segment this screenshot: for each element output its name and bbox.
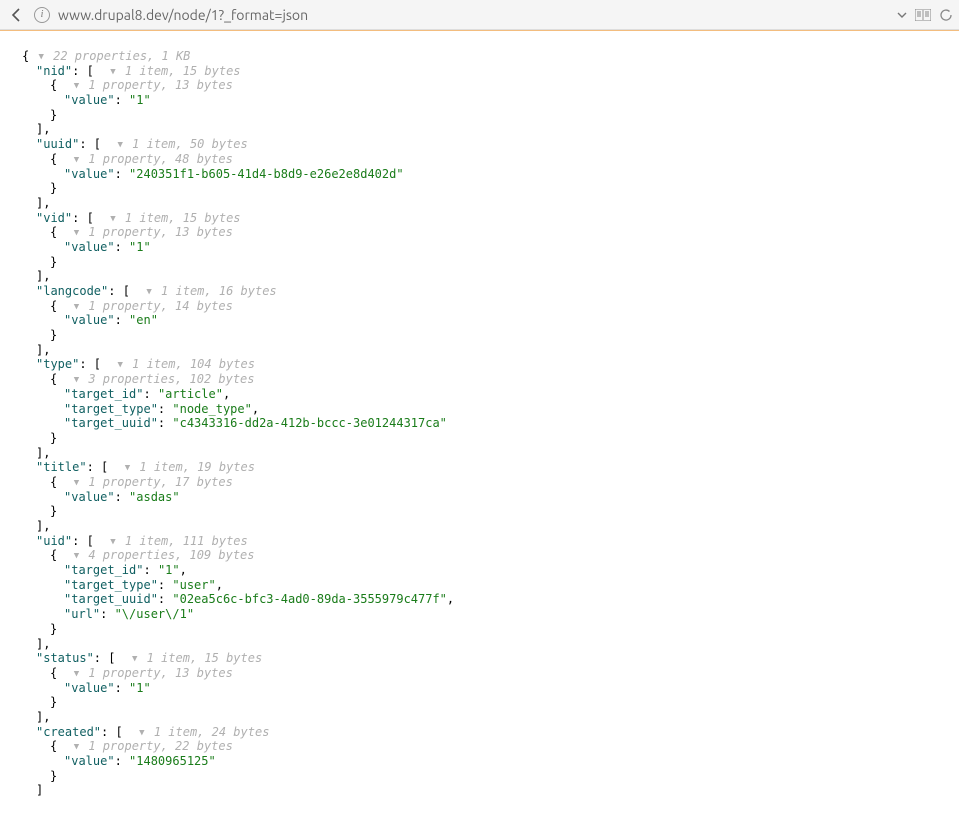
json-obj-close-nid: }: [22, 108, 937, 123]
json-obj-close-uid: }: [22, 622, 937, 637]
json-prop-nid-value: "value": "1": [22, 93, 937, 108]
json-key-uuid: "uuid": [ ▼ 1 item, 50 bytes: [22, 137, 937, 152]
collapse-toggle-icon[interactable]: ▼: [74, 79, 79, 94]
collapse-toggle-icon[interactable]: ▼: [74, 549, 79, 564]
json-obj-open-uid: { ▼ 4 properties, 109 bytes: [22, 548, 937, 563]
json-arr-close-uid: ],: [22, 637, 937, 652]
json-prop-created-value: "value": "1480965125": [22, 754, 937, 769]
json-arr-close-nid: ],: [22, 122, 937, 137]
json-prop-uid-target_type: "target_type": "user",: [22, 578, 937, 593]
json-arr-close-created: ]: [22, 783, 937, 798]
json-key-status: "status": [ ▼ 1 item, 15 bytes: [22, 651, 937, 666]
collapse-toggle-icon[interactable]: ▼: [74, 740, 79, 755]
json-obj-close-vid: }: [22, 255, 937, 270]
collapse-toggle-icon[interactable]: ▼: [74, 476, 79, 491]
collapse-toggle-icon[interactable]: ▼: [74, 373, 79, 388]
collapse-toggle-icon[interactable]: ▼: [74, 300, 79, 315]
refresh-icon[interactable]: [939, 8, 953, 22]
json-arr-close-type: ],: [22, 446, 937, 461]
json-obj-close-type: }: [22, 431, 937, 446]
collapse-toggle-icon[interactable]: ▼: [125, 461, 130, 476]
reader-icon[interactable]: [915, 9, 931, 21]
collapse-toggle-icon[interactable]: ▼: [74, 667, 79, 682]
json-prop-vid-value: "value": "1": [22, 240, 937, 255]
json-obj-open-uuid: { ▼ 1 property, 48 bytes: [22, 152, 937, 167]
json-obj-open-title: { ▼ 1 property, 17 bytes: [22, 475, 937, 490]
json-arr-close-langcode: ],: [22, 343, 937, 358]
json-key-uid: "uid": [ ▼ 1 item, 111 bytes: [22, 534, 937, 549]
json-prop-type-target_uuid: "target_uuid": "c4343316-dd2a-412b-bccc-…: [22, 416, 937, 431]
json-obj-open-type: { ▼ 3 properties, 102 bytes: [22, 372, 937, 387]
json-obj-open-langcode: { ▼ 1 property, 14 bytes: [22, 299, 937, 314]
collapse-toggle-icon[interactable]: ▼: [118, 138, 123, 153]
collapse-toggle-icon[interactable]: ▼: [74, 153, 79, 168]
collapse-toggle-icon[interactable]: ▼: [110, 65, 115, 80]
json-obj-close-uuid: }: [22, 181, 937, 196]
collapse-toggle-icon[interactable]: ▼: [38, 50, 43, 65]
toolbar-divider: [0, 30, 959, 31]
json-key-title: "title": [ ▼ 1 item, 19 bytes: [22, 460, 937, 475]
json-viewer: { ▼ 22 properties, 1 KB"nid": [ ▼ 1 item…: [0, 31, 959, 808]
collapse-toggle-icon[interactable]: ▼: [74, 226, 79, 241]
address-bar[interactable]: [56, 5, 889, 25]
json-obj-close-langcode: }: [22, 328, 937, 343]
json-prop-uid-url: "url": "\/user\/1": [22, 607, 937, 622]
json-key-vid: "vid": [ ▼ 1 item, 15 bytes: [22, 211, 937, 226]
json-key-created: "created": [ ▼ 1 item, 24 bytes: [22, 725, 937, 740]
json-prop-uid-target_id: "target_id": "1",: [22, 563, 937, 578]
json-root-open: { ▼ 22 properties, 1 KB: [22, 49, 937, 64]
site-info-icon[interactable]: i: [34, 7, 50, 23]
json-obj-open-nid: { ▼ 1 property, 13 bytes: [22, 78, 937, 93]
json-obj-open-created: { ▼ 1 property, 22 bytes: [22, 739, 937, 754]
dropdown-icon[interactable]: [897, 10, 907, 20]
json-obj-open-status: { ▼ 1 property, 13 bytes: [22, 666, 937, 681]
json-prop-title-value: "value": "asdas": [22, 490, 937, 505]
back-button[interactable]: [6, 4, 28, 26]
collapse-toggle-icon[interactable]: ▼: [139, 726, 144, 741]
collapse-toggle-icon[interactable]: ▼: [110, 212, 115, 227]
json-prop-langcode-value: "value": "en": [22, 313, 937, 328]
collapse-toggle-icon[interactable]: ▼: [110, 535, 115, 550]
collapse-toggle-icon[interactable]: ▼: [146, 285, 151, 300]
collapse-toggle-icon[interactable]: ▼: [118, 358, 123, 373]
json-arr-close-vid: ],: [22, 269, 937, 284]
json-prop-uuid-value: "value": "240351f1-b605-41d4-b8d9-e26e2e…: [22, 167, 937, 182]
json-obj-open-vid: { ▼ 1 property, 13 bytes: [22, 225, 937, 240]
json-arr-close-title: ],: [22, 519, 937, 534]
json-prop-status-value: "value": "1": [22, 681, 937, 696]
json-obj-close-status: }: [22, 695, 937, 710]
json-key-type: "type": [ ▼ 1 item, 104 bytes: [22, 357, 937, 372]
json-prop-uid-target_uuid: "target_uuid": "02ea5c6c-bfc3-4ad0-89da-…: [22, 592, 937, 607]
json-prop-type-target_type: "target_type": "node_type",: [22, 402, 937, 417]
json-obj-close-created: }: [22, 769, 937, 784]
browser-toolbar: i: [0, 0, 959, 30]
json-key-langcode: "langcode": [ ▼ 1 item, 16 bytes: [22, 284, 937, 299]
json-prop-type-target_id: "target_id": "article",: [22, 387, 937, 402]
json-arr-close-status: ],: [22, 710, 937, 725]
json-obj-close-title: }: [22, 504, 937, 519]
json-key-nid: "nid": [ ▼ 1 item, 15 bytes: [22, 64, 937, 79]
collapse-toggle-icon[interactable]: ▼: [132, 652, 137, 667]
json-arr-close-uuid: ],: [22, 196, 937, 211]
